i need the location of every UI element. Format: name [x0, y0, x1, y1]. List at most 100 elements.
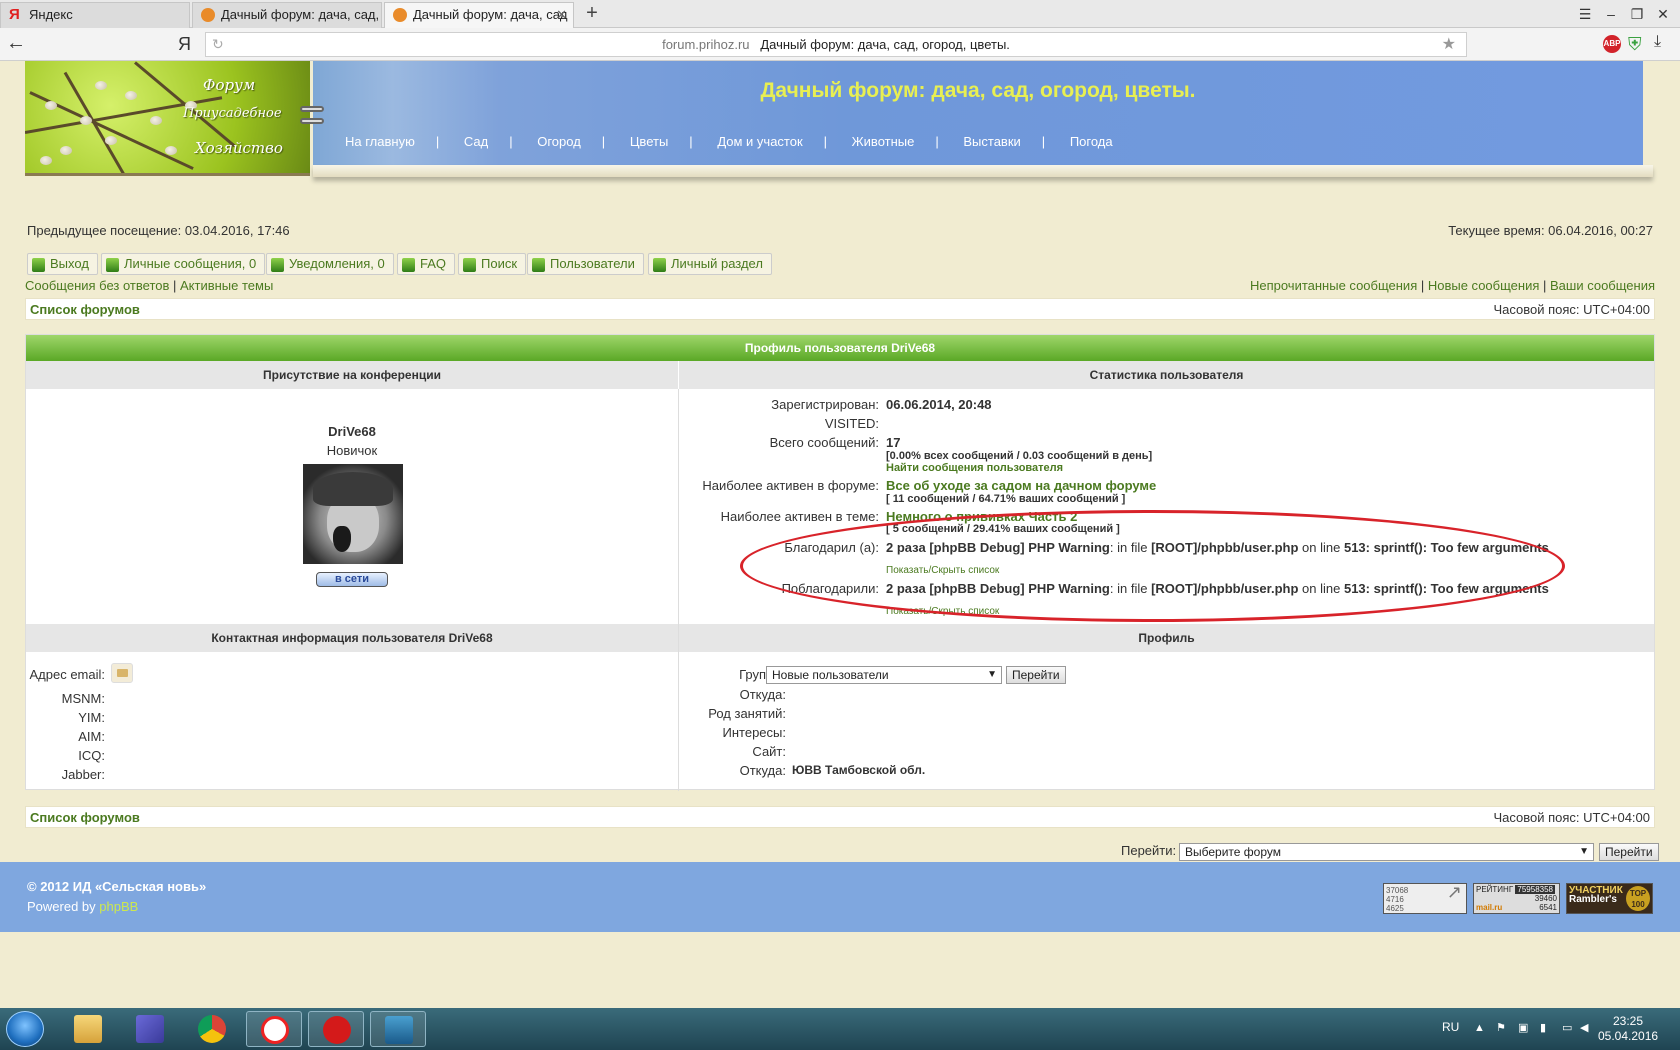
search-user-posts-link[interactable]: Найти сообщения пользователя [886, 462, 1063, 474]
nav-garden[interactable]: Сад [464, 134, 488, 149]
new-posts-link[interactable]: Новые сообщения [1428, 278, 1540, 293]
members-button[interactable]: Пользователи [527, 253, 644, 275]
nav-flowers[interactable]: Цветы [630, 134, 668, 149]
user-cp-icon [653, 258, 666, 272]
binder-rings-icon [300, 106, 328, 128]
toggle-thanked-by-list-link[interactable]: Показать/Скрыть список [886, 606, 999, 617]
email-icon[interactable] [111, 663, 133, 683]
nav-weather[interactable]: Погода [1070, 134, 1113, 149]
keyboard-language[interactable]: RU [1442, 1020, 1459, 1034]
tray-up-arrow-icon[interactable]: ▲ [1474, 1022, 1486, 1034]
start-button-icon[interactable] [6, 1011, 44, 1047]
chrome-task[interactable] [184, 1011, 240, 1047]
faq-button[interactable]: FAQ [397, 253, 456, 275]
search-button[interactable]: Поиск [458, 253, 527, 275]
unread-posts-link[interactable]: Непрочитанные сообщения [1250, 278, 1417, 293]
active-topic-label: Наиболее активен в теме: [720, 509, 879, 524]
adblock-icon[interactable]: ABP [1603, 35, 1621, 53]
posts-detail: [0.00% всех сообщений / 0.03 сообщений в… [886, 450, 1153, 462]
new-tab-icon[interactable]: + [580, 2, 604, 26]
phpbb-link[interactable]: phpBB [99, 899, 138, 914]
network-app-icon [385, 1016, 413, 1044]
video-task[interactable] [122, 1011, 178, 1047]
quick-links-left: Сообщения без ответов | Активные темы [25, 278, 274, 293]
close-window-icon[interactable]: ✕ [1652, 4, 1674, 24]
active-forum-detail: [ 11 сообщений / 64.71% ваших сообщений … [886, 493, 1126, 505]
explorer-task[interactable] [60, 1011, 116, 1047]
reload-icon[interactable]: ↻ [212, 33, 224, 56]
url-field[interactable]: ↻ forum.prihoz.ru Дачный форум: дача, са… [205, 32, 1467, 57]
tab-forum-2[interactable]: Дачный форум: дача, сад ✕ [384, 2, 574, 28]
clock[interactable]: 23:25 05.04.2016 [1598, 1014, 1658, 1044]
thanked-by-value: 2 раза [phpBB Debug] PHP Warning: in fil… [886, 581, 1549, 596]
nav-vegetable-garden[interactable]: Огород [537, 134, 581, 149]
powered-by: Powered by phpBB [27, 899, 139, 914]
active-topic-link[interactable]: Немного о прививках Часть 2 [886, 509, 1077, 524]
site-logo[interactable]: Форум Приусадебное Хозяйство [25, 61, 310, 176]
from-value: ЮВВ Тамбовской обл. [792, 763, 926, 777]
shield-icon[interactable]: ⛨ [1628, 34, 1646, 54]
groups-select[interactable]: Новые пользователи ▼ [766, 666, 1002, 684]
private-messages-button[interactable]: Личные сообщения, 0 [101, 253, 266, 275]
power-icon[interactable]: ▭ [1562, 1022, 1574, 1034]
url-host: forum.prihoz.ru [662, 37, 750, 52]
logout-button[interactable]: Выход [27, 253, 98, 275]
top-navigation: На главную | Сад | Огород | Цветы | Дом и уч… [345, 134, 1113, 149]
bottom-timezone: Часовой пояс: UTC+04:00 [1493, 810, 1650, 825]
tray-device-icon[interactable]: ▣ [1518, 1022, 1530, 1034]
thanked-by-label: Поблагодарили: [781, 581, 879, 596]
logout-icon [32, 258, 45, 272]
tab-label: Дачный форум: дача, сад [413, 7, 568, 22]
site-favicon-icon [393, 8, 407, 22]
nav-home[interactable]: На главную [345, 134, 415, 149]
minimize-icon[interactable]: – [1600, 4, 1622, 24]
active-topics-link[interactable]: Активные темы [180, 278, 273, 293]
bookmark-star-icon[interactable]: ★ [1442, 33, 1456, 56]
user-cp-button[interactable]: Личный раздел [648, 253, 772, 275]
groups-go-button[interactable]: Перейти [1006, 666, 1066, 684]
visited-label: VISITED: [824, 416, 879, 431]
restore-icon[interactable]: ❐ [1626, 4, 1648, 24]
tab-forum-1[interactable]: Дачный форум: дача, сад, ог [192, 2, 382, 28]
breadcrumb: Список форумов Часовой пояс: UTC+04:00 [25, 298, 1655, 320]
email-label: Адрес email: [29, 667, 105, 682]
rambler-counter[interactable]: УЧАСТНИК Rambler's TOP 100 [1566, 883, 1653, 914]
search-icon [463, 258, 476, 272]
signal-icon[interactable]: ▮ [1540, 1022, 1552, 1034]
notifications-button[interactable]: Уведомления, 0 [266, 253, 394, 275]
jabber-label: Jabber: [61, 767, 105, 782]
mailru-counter[interactable]: РЕЙТИНГ 75958358 39460 mail.ru 6541 [1473, 883, 1560, 914]
opera-task[interactable] [308, 1011, 364, 1047]
tab-yandex[interactable]: Я Яндекс [0, 2, 190, 28]
unanswered-posts-link[interactable]: Сообщения без ответов [25, 278, 169, 293]
nav-house[interactable]: Дом и участок [717, 134, 802, 149]
toggle-thanked-list-link[interactable]: Показать/Скрыть список [886, 565, 999, 576]
nav-animals[interactable]: Животные [852, 134, 915, 149]
yandex-logo-icon[interactable]: Я [178, 34, 191, 55]
active-forum-link[interactable]: Все об уходе за садом на дачном форуме [886, 478, 1156, 493]
network-task[interactable] [370, 1011, 426, 1047]
close-tab-icon[interactable]: ✕ [556, 3, 567, 27]
menu-icon[interactable]: ☰ [1574, 4, 1596, 24]
profile-panel: Профиль пользователя DriVe68 Присутствие… [25, 334, 1655, 791]
jump-go-button[interactable]: Перейти [1599, 843, 1659, 861]
action-center-flag-icon[interactable]: ⚑ [1496, 1022, 1508, 1034]
website-label: Сайт: [752, 744, 786, 759]
bottom-forum-index-link[interactable]: Список форумов [30, 810, 140, 825]
nav-exhibitions[interactable]: Выставки [963, 134, 1020, 149]
chrome-icon [198, 1015, 226, 1043]
download-icon[interactable]: ⤓ [1654, 33, 1661, 51]
jump-forum-select[interactable]: Выберите форум ▼ [1179, 843, 1594, 861]
your-posts-link[interactable]: Ваши сообщения [1550, 278, 1655, 293]
forum-index-link[interactable]: Список форумов [30, 302, 140, 317]
stats-heading: Статистика пользователя [679, 361, 1654, 389]
bottom-breadcrumb: Список форумов Часовой пояс: UTC+04:00 [25, 806, 1655, 828]
user-rank: Новичок [326, 443, 378, 458]
yandex-browser-task[interactable] [246, 1011, 302, 1047]
liveinternet-counter[interactable]: 37068 4716 4625 ↗ [1383, 883, 1467, 914]
yandex-browser-icon [261, 1016, 289, 1044]
volume-icon[interactable]: ◀ [1580, 1022, 1592, 1034]
yandex-icon: Я [9, 6, 20, 23]
back-arrow-icon[interactable]: ← [4, 32, 28, 56]
header-banner-shadow [313, 165, 1653, 177]
